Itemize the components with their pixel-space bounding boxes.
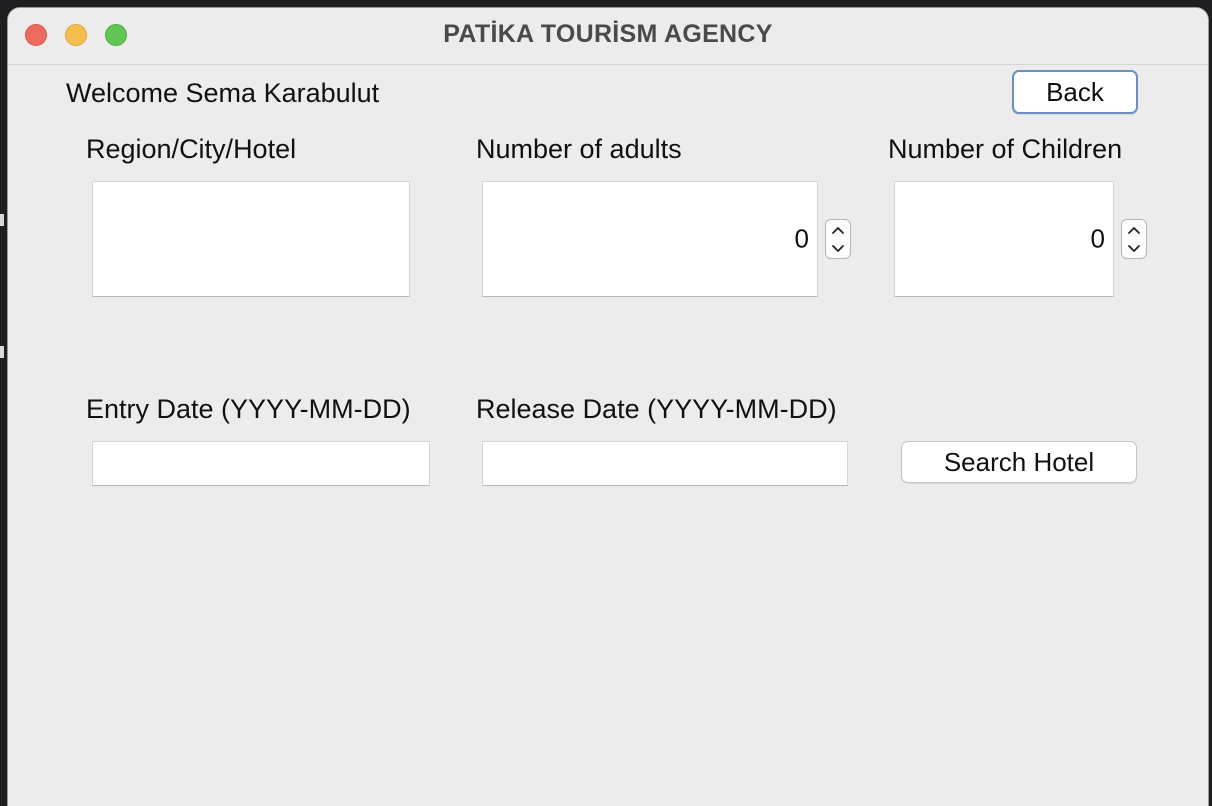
adults-stepper[interactable] [825, 219, 851, 259]
chevron-down-icon[interactable] [826, 239, 850, 258]
desktop-edge-mark [0, 214, 4, 226]
children-spinner-field[interactable]: 0 [894, 181, 1114, 297]
desktop-edge-mark [0, 346, 4, 358]
entry-date-input[interactable] [92, 441, 430, 486]
release-date-input[interactable] [482, 441, 848, 486]
adults-label: Number of adults [476, 134, 682, 164]
window-title: PATİKA TOURİSM AGENCY [443, 20, 773, 48]
entry-date-label: Entry Date (YYYY-MM-DD) [86, 394, 411, 424]
app-window: PATİKA TOURİSM AGENCY Welcome Sema Karab… [8, 8, 1208, 806]
adults-spinner-field[interactable]: 0 [482, 181, 818, 297]
welcome-label: Welcome Sema Karabulut [66, 78, 380, 108]
children-stepper[interactable] [1121, 219, 1147, 259]
chevron-down-icon[interactable] [1122, 239, 1146, 258]
chevron-up-icon[interactable] [826, 220, 850, 239]
chevron-up-icon[interactable] [1122, 220, 1146, 239]
search-hotel-button[interactable]: Search Hotel [901, 441, 1137, 483]
back-button[interactable]: Back [1012, 70, 1138, 114]
release-date-label: Release Date (YYYY-MM-DD) [476, 394, 837, 424]
region-input[interactable] [92, 181, 410, 297]
children-label: Number of Children [888, 134, 1123, 164]
adults-value: 0 [794, 223, 809, 254]
children-value: 0 [1090, 223, 1105, 254]
title-bar[interactable]: PATİKA TOURİSM AGENCY [8, 8, 1208, 65]
region-label: Region/City/Hotel [86, 134, 297, 164]
